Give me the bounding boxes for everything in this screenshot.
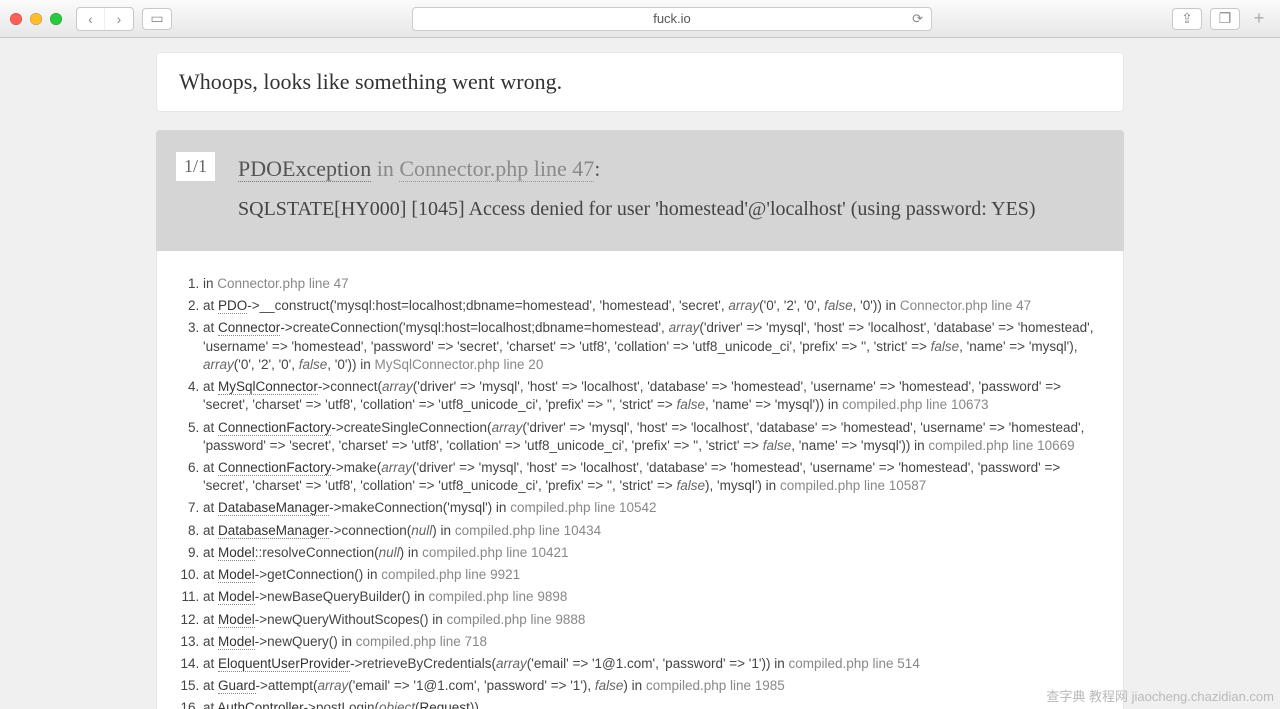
- trace-frame: at ConnectionFactory->make(array('driver…: [203, 457, 1101, 497]
- trace-frame: at DatabaseManager->makeConnection('mysq…: [203, 497, 1101, 519]
- trace-frame: at Model::resolveConnection(null) in com…: [203, 542, 1101, 564]
- close-window-button[interactable]: [10, 13, 22, 25]
- exception-location[interactable]: Connector.php line 47: [399, 156, 594, 182]
- address-bar[interactable]: fuck.io ⟳: [412, 7, 932, 31]
- reload-icon[interactable]: ⟳: [912, 11, 923, 27]
- trace-frame: at Model->newQuery() in compiled.php lin…: [203, 631, 1101, 653]
- watermark-text: 查字典 教程网 jiaocheng.chazidian.com: [1046, 686, 1274, 705]
- exception-message: SQLSTATE[HY000] [1045] Access denied for…: [238, 198, 1100, 221]
- window-controls: [10, 13, 62, 25]
- trace-frame: at Model->getConnection() in compiled.ph…: [203, 564, 1101, 586]
- right-toolbar: ⇪ ❐: [1172, 8, 1240, 30]
- trace-frame: at PDO->__construct('mysql:host=localhos…: [203, 295, 1101, 317]
- whoops-banner: Whoops, looks like something went wrong.: [156, 52, 1124, 112]
- browser-title-bar: ‹ › ▭ fuck.io ⟳ ⇪ ❐ +: [0, 0, 1280, 38]
- trace-frame: at Guard->attempt(array('email' => '1@1.…: [203, 675, 1101, 697]
- sidebar-toggle-button[interactable]: ▭: [142, 8, 172, 30]
- new-tab-button[interactable]: +: [1248, 8, 1270, 29]
- share-button[interactable]: ⇪: [1172, 8, 1202, 30]
- minimize-window-button[interactable]: [30, 13, 42, 25]
- exception-header: 1/1 PDOException in Connector.php line 4…: [156, 130, 1124, 251]
- exception-title-line: PDOException in Connector.php line 47:: [238, 156, 1100, 182]
- trace-frame: at Connector->createConnection('mysql:ho…: [203, 317, 1101, 376]
- page-scroll-area[interactable]: Whoops, looks like something went wrong.…: [0, 38, 1280, 709]
- back-button[interactable]: ‹: [77, 8, 105, 30]
- trace-frame: at Model->newQueryWithoutScopes() in com…: [203, 609, 1101, 631]
- stack-trace: in Connector.php line 47at PDO->__constr…: [156, 251, 1124, 709]
- trace-frame: in Connector.php line 47: [203, 273, 1101, 295]
- exception-in: in: [371, 156, 399, 181]
- trace-frame: at MySqlConnector->connect(array('driver…: [203, 376, 1101, 416]
- trace-frame: at Model->newBaseQueryBuilder() in compi…: [203, 586, 1101, 608]
- nav-buttons: ‹ ›: [76, 7, 134, 31]
- address-bar-wrap: fuck.io ⟳: [180, 7, 1164, 31]
- tabs-button[interactable]: ❐: [1210, 8, 1240, 30]
- trace-frame: at ConnectionFactory->createSingleConnec…: [203, 417, 1101, 457]
- trace-frame: at DatabaseManager->connection(null) in …: [203, 520, 1101, 542]
- content-container: Whoops, looks like something went wrong.…: [156, 52, 1124, 709]
- trace-frame: at AuthController->postLogin(object(Requ…: [203, 697, 1101, 709]
- maximize-window-button[interactable]: [50, 13, 62, 25]
- trace-frame: at EloquentUserProvider->retrieveByCrede…: [203, 653, 1101, 675]
- exception-counter: 1/1: [176, 152, 215, 181]
- exception-class: PDOException: [238, 156, 371, 182]
- exception-colon: :: [594, 156, 600, 181]
- trace-list: in Connector.php line 47at PDO->__constr…: [163, 273, 1101, 709]
- forward-button[interactable]: ›: [105, 8, 133, 30]
- address-bar-text: fuck.io: [653, 11, 691, 26]
